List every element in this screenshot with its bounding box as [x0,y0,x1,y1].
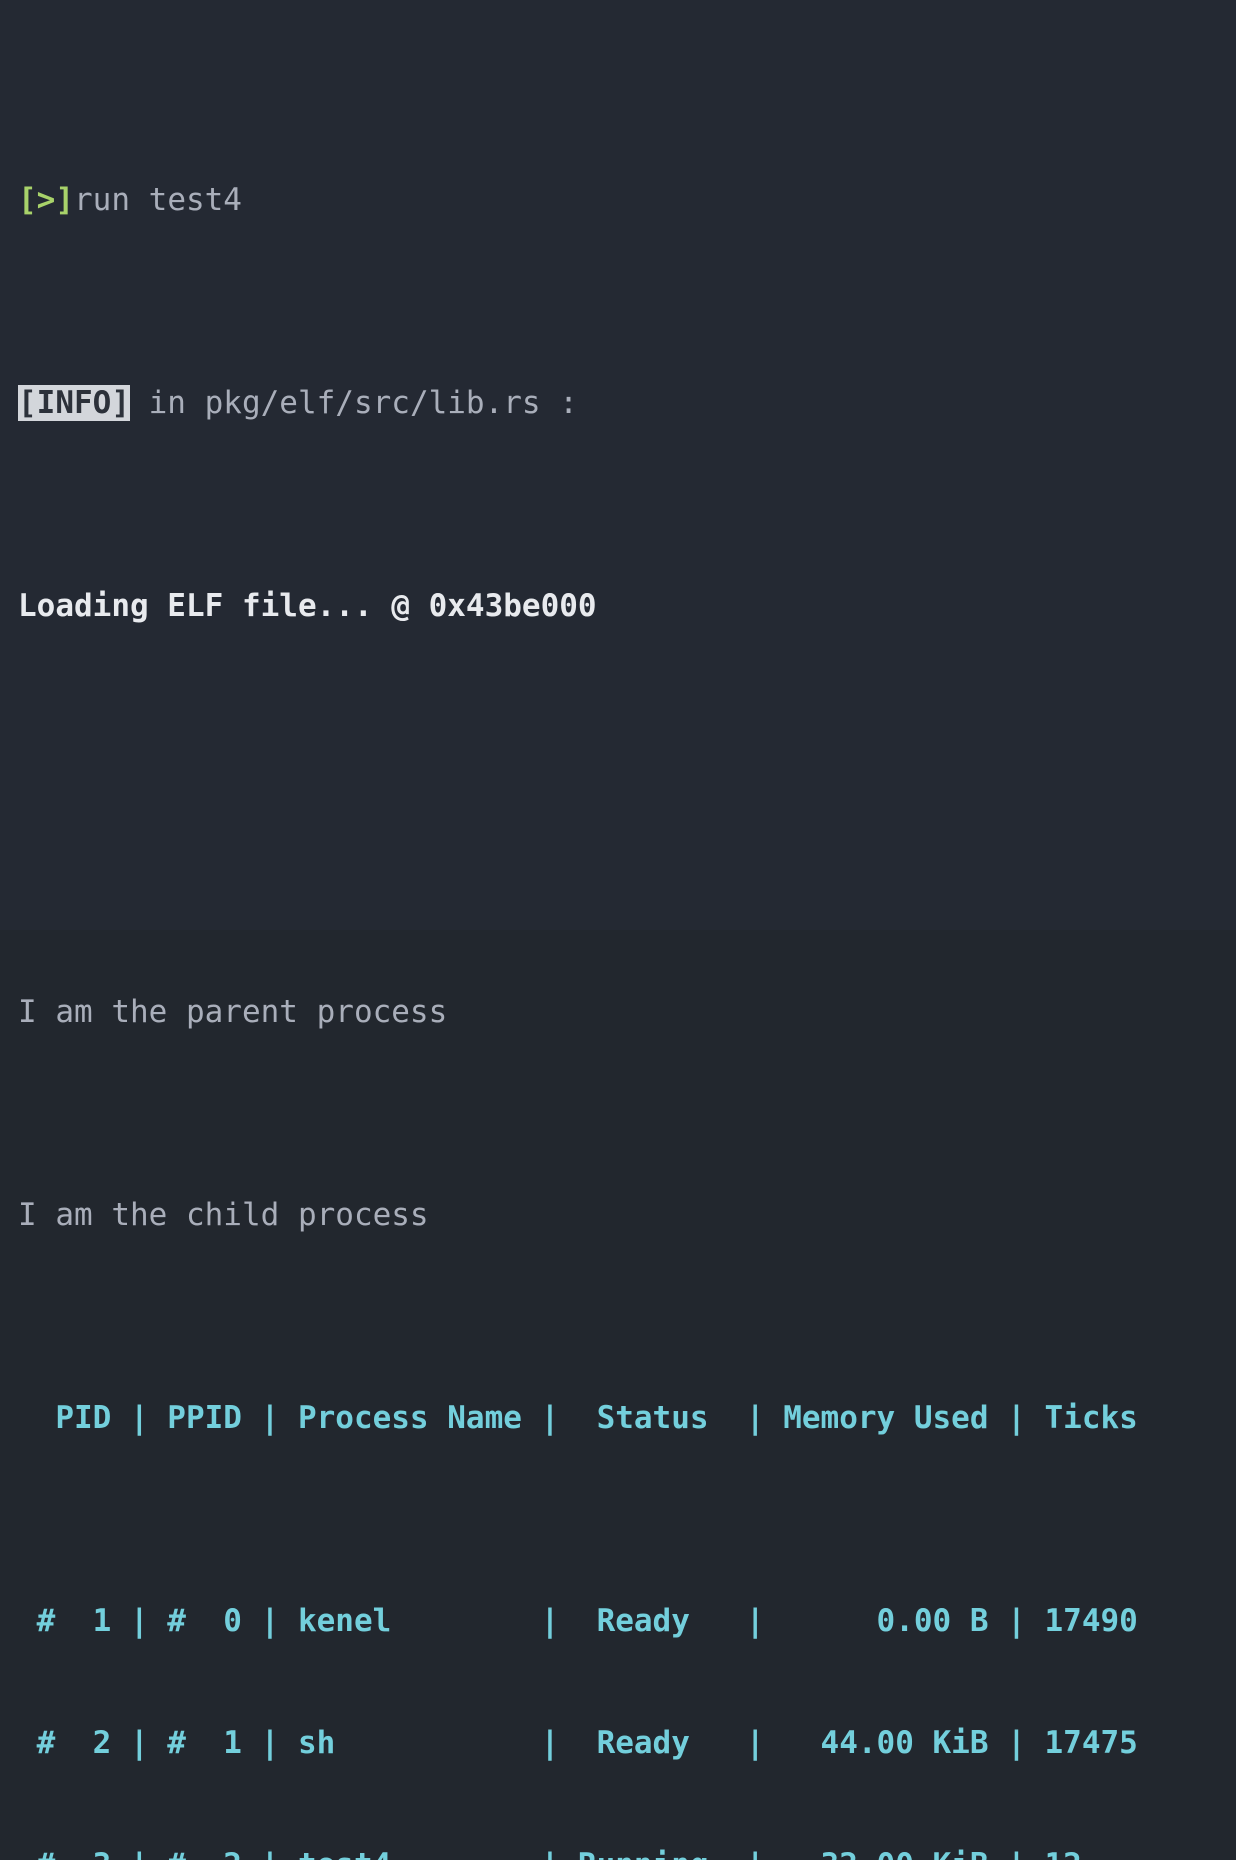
child-process-line: I am the child process [18,1195,1236,1236]
log-info-line: [INFO] in pkg/elf/src/lib.rs : [18,383,1236,424]
log-location: in pkg/elf/src/lib.rs : [129,385,578,422]
table-row-text: # 1 | # 0 | kenel | Ready | 0.00 B | 174… [18,1603,1138,1640]
command-echo-line: [>]run test4 [18,180,1236,221]
process-table-header-text: PID | PPID | Process Name | Status | Mem… [18,1400,1138,1437]
prompt-symbol: [>] [18,182,74,219]
command-text: run test4 [74,182,242,219]
log-message: Loading ELF file... @ 0x43be000 [18,588,597,625]
table-row: # 3 | # 2 | test4 | Running | 32.00 KiB … [18,1845,1236,1860]
parent-process-text: I am the parent process [18,994,448,1031]
parent-process-line: I am the parent process [18,992,1236,1033]
log-level-badge: [INFO] [18,385,130,422]
table-row-text: # 3 | # 2 | test4 | Running | 32.00 KiB … [18,1847,1082,1860]
table-row: # 2 | # 1 | sh | Ready | 44.00 KiB | 174… [18,1723,1236,1764]
table-row-text: # 2 | # 1 | sh | Ready | 44.00 KiB | 174… [18,1724,1138,1761]
child-process-text: I am the child process [18,1197,429,1234]
log-message-line: Loading ELF file... @ 0x43be000 [18,586,1236,627]
terminal-window[interactable]: [>]run test4 [INFO] in pkg/elf/src/lib.r… [0,0,1236,1860]
process-table-header: PID | PPID | Process Name | Status | Mem… [18,1398,1236,1439]
table-row: # 1 | # 0 | kenel | Ready | 0.00 B | 174… [18,1601,1236,1642]
